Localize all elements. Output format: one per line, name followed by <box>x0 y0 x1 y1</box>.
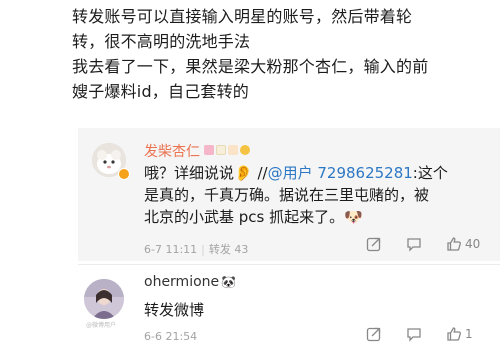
post-text: 转发账号可以直接输入明星的账号，然后带着轮 转，很不高明的洗地手法 我去看了一下… <box>72 4 492 104</box>
comment-text: :这个 <box>412 164 448 182</box>
share-button[interactable] <box>366 326 382 342</box>
share-icon <box>366 237 381 252</box>
comment-meta: 6-7 11:11 | 转发 43 <box>144 243 249 256</box>
comment-icon <box>407 328 421 342</box>
post-line: 嫂子爆料id，自己套转的 <box>72 82 250 101</box>
comment-actions: 40 <box>366 236 480 252</box>
comment-body: 哦？详细说说👂 //@用户 7298625281:这个 是真的，千真万确。据说在… <box>144 162 484 228</box>
comment-icon <box>407 238 421 252</box>
comment-button[interactable] <box>406 236 422 252</box>
repost-slashes: // <box>252 164 268 182</box>
share-button[interactable] <box>366 236 382 252</box>
share-icon <box>366 327 381 342</box>
comment-date: 6-7 11:11 <box>144 243 198 256</box>
comment-button[interactable] <box>406 326 422 342</box>
divider <box>78 264 500 265</box>
comment-body: 转发微博 <box>144 301 205 319</box>
thumbs-up-icon <box>447 327 461 341</box>
avatar-caption: @微博用户 <box>86 322 117 329</box>
badge-cream-icon <box>216 145 226 155</box>
comment-text: 是真的，千真万确。据说在三里屯赌的，被 <box>144 186 430 204</box>
comment-author[interactable]: 发柴杏仁 <box>144 141 200 161</box>
like-count: 40 <box>465 237 481 251</box>
badge-face-icon <box>240 145 250 155</box>
user-badges <box>204 145 250 155</box>
mention-link[interactable]: @用户 7298625281 <box>268 164 413 182</box>
repost-count[interactable]: 转发 43 <box>209 243 249 256</box>
avatar[interactable] <box>84 279 124 319</box>
ear-emoji-icon: 👂 <box>234 164 253 182</box>
comment-author[interactable]: ohermione 🐼 <box>144 274 236 290</box>
panda-emoji-icon: 🐼 <box>221 275 237 289</box>
verified-badge-icon <box>118 168 130 180</box>
badge-pink-icon <box>204 145 214 155</box>
comment-actions: 1 <box>366 326 473 342</box>
comment-date: 6-6 21:54 <box>144 330 198 343</box>
badge-peach-icon <box>228 145 238 155</box>
post-line: 转发账号可以直接输入明星的账号，然后带着轮 <box>72 7 413 26</box>
doge-emoji-icon: 🐶 <box>344 208 363 226</box>
like-button[interactable]: 1 <box>446 326 473 342</box>
thumbs-up-icon <box>447 237 461 251</box>
author-name: ohermione <box>144 274 220 290</box>
comment-text: 北京的小武基 pcs 抓起来了。 <box>144 208 345 226</box>
like-count: 1 <box>465 327 473 341</box>
post-line: 我去看了一下，果然是梁大粉那个杏仁，输入的前 <box>72 57 429 76</box>
like-button[interactable]: 40 <box>446 236 480 252</box>
comment-text: 哦？详细说说 <box>144 164 235 182</box>
post-line: 转，很不高明的洗地手法 <box>72 32 251 51</box>
